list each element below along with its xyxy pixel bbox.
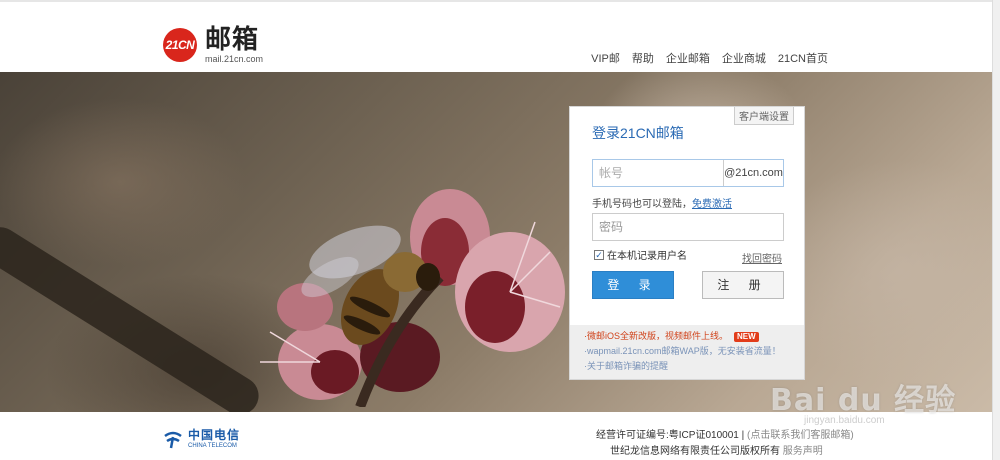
login-button[interactable]: 登 录: [592, 271, 674, 299]
telecom-name-en: CHINA TELECOM: [188, 443, 237, 449]
site-header: 21CN 邮箱 mail.21cn.com VIP邮 帮助 企业邮箱 企业商城 …: [0, 0, 1000, 72]
username-field[interactable]: 帐号 @21cn.com: [592, 159, 784, 187]
remember-label: 在本机记录用户名: [607, 251, 687, 262]
telecom-text: 中国电信 CHINA TELECOM: [188, 429, 240, 449]
telecom-name-cn: 中国电信: [188, 428, 241, 442]
login-panel: 客户端设置 登录21CN邮箱 帐号 @21cn.com 手机号码也可以登陆，免费…: [569, 106, 805, 380]
logo[interactable]: 21CN 邮箱 mail.21cn.com: [163, 26, 263, 64]
nav-enterprise-mall[interactable]: 企业商城: [722, 50, 766, 66]
domain-suffix: @21cn.com: [723, 160, 783, 186]
bee-flower-illustration: [260, 189, 565, 407]
license-text: 经营许可证编号:粤ICP证010001 |: [596, 430, 745, 441]
forgot-password-link[interactable]: 找回密码: [742, 250, 782, 265]
logo-badge: 21CN: [163, 28, 197, 62]
logo-title: 邮箱: [205, 24, 260, 54]
password-input[interactable]: 密码: [592, 213, 784, 241]
login-title: 登录21CN邮箱: [592, 125, 684, 141]
telecom-icon: [164, 431, 182, 449]
logo-subtitle: mail.21cn.com: [205, 54, 264, 64]
nav-help[interactable]: 帮助: [632, 50, 654, 66]
top-nav: VIP邮 帮助 企业邮箱 企业商城 21CN首页: [591, 50, 828, 66]
activate-link[interactable]: 免费激活: [692, 199, 732, 210]
watermark-text: Bai du 经验: [770, 383, 957, 418]
watermark-url: jingyan.baidu.com: [804, 415, 885, 426]
hint-text: 手机号码也可以登陆，: [592, 199, 692, 210]
nav-enterprise-mail[interactable]: 企业邮箱: [666, 50, 710, 66]
news-text[interactable]: ·微邮iOS全新改版，视频邮件上线。: [584, 331, 728, 341]
news-item[interactable]: ·微邮iOS全新改版，视频邮件上线。 NEW: [584, 329, 804, 344]
new-badge: NEW: [734, 332, 759, 342]
page-scrollbar[interactable]: [992, 0, 1000, 460]
nav-21cn-home[interactable]: 21CN首页: [778, 50, 828, 66]
baidu-watermark: Bai du 经验 jingyan.baidu.com: [760, 355, 960, 435]
phone-login-hint: 手机号码也可以登陆，免费激活: [592, 195, 732, 210]
remember-checkbox[interactable]: ✓: [594, 249, 604, 260]
service-statement-link[interactable]: 服务声明: [783, 446, 823, 457]
copyright-info: 世纪龙信息网络有限责任公司版权所有 服务声明: [610, 442, 823, 457]
remember-username[interactable]: ✓ 在本机记录用户名: [594, 247, 687, 262]
branch-shape: [0, 220, 266, 412]
nav-vip-mail[interactable]: VIP邮: [591, 50, 620, 66]
logo-text: 邮箱 mail.21cn.com: [205, 26, 263, 64]
username-input[interactable]: 帐号: [593, 160, 723, 186]
register-button[interactable]: 注 册: [702, 271, 784, 299]
client-settings-link[interactable]: 客户端设置: [734, 107, 794, 125]
copyright-text: 世纪龙信息网络有限责任公司版权所有: [610, 446, 780, 457]
china-telecom-logo: 中国电信 CHINA TELECOM: [162, 428, 240, 450]
